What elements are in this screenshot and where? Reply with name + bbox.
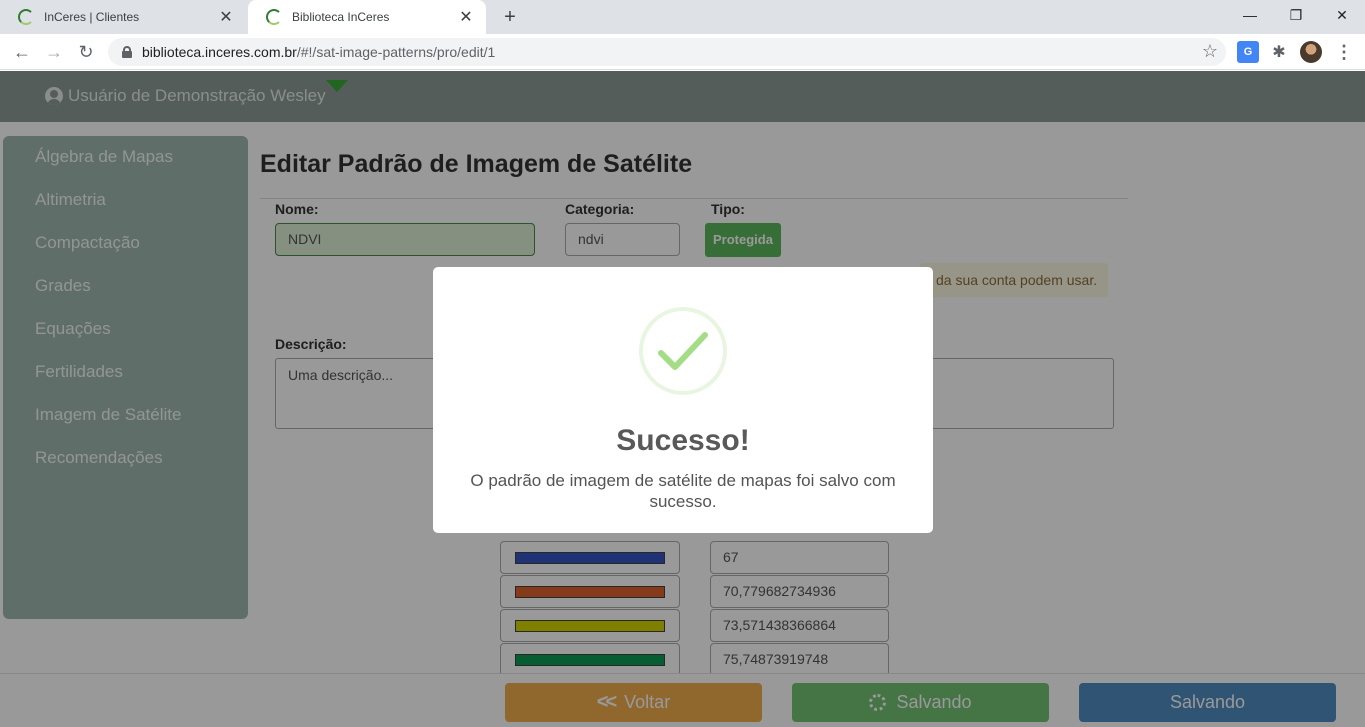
browser-menu-icon[interactable]: ⋮: [1333, 41, 1355, 63]
tab-biblioteca-inceres[interactable]: Biblioteca InCeres ✕: [248, 0, 486, 34]
page: Usuário de Demonstração Wesley Álgebra d…: [0, 71, 1365, 727]
tab-label: Biblioteca InCeres: [292, 10, 390, 24]
bookmark-star-icon[interactable]: ☆: [1202, 41, 1218, 62]
lock-icon: [122, 46, 132, 58]
browser-tab-bar: InCeres | Clientes ✕ Biblioteca InCeres …: [0, 0, 1365, 34]
google-translate-icon[interactable]: G: [1237, 41, 1259, 63]
tab-close-icon[interactable]: ✕: [458, 7, 474, 27]
tab-inceres-clientes[interactable]: InCeres | Clientes ✕: [0, 0, 246, 34]
restore-button[interactable]: ❐: [1273, 0, 1319, 30]
back-arrow-icon[interactable]: ←: [8, 38, 36, 66]
success-dialog: Sucesso! O padrão de imagem de satélite …: [433, 267, 933, 533]
dialog-title: Sucesso!: [616, 424, 750, 457]
forward-arrow-icon[interactable]: →: [40, 38, 68, 66]
new-tab-button[interactable]: +: [498, 4, 522, 30]
inceres-favicon-icon: [18, 9, 34, 25]
address-bar[interactable]: biblioteca.inceres.com.br/#!/sat-image-p…: [108, 38, 1226, 66]
tab-close-icon[interactable]: ✕: [218, 7, 234, 27]
dialog-message: O padrão de imagem de satélite de mapas …: [470, 471, 896, 511]
browser-toolbar: ← → ↻ biblioteca.inceres.com.br/#!/sat-i…: [0, 34, 1365, 70]
extensions-puzzle-icon[interactable]: ✱: [1268, 41, 1290, 63]
minimize-button[interactable]: —: [1227, 0, 1273, 30]
url-host: biblioteca.inceres.com.br: [142, 44, 297, 60]
close-window-button[interactable]: ✕: [1319, 0, 1365, 30]
success-check-icon: [639, 307, 727, 395]
url-path: /#!/sat-image-patterns/pro/edit/1: [296, 44, 496, 60]
inceres-favicon-icon: [266, 9, 282, 25]
tab-label: InCeres | Clientes: [44, 10, 140, 24]
profile-avatar[interactable]: [1300, 41, 1322, 63]
reload-icon[interactable]: ↻: [72, 38, 100, 66]
